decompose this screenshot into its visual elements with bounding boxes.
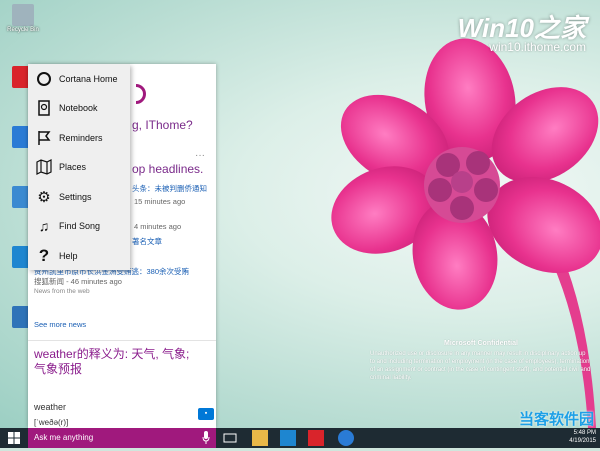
store-icon[interactable] [280,430,296,446]
menu-item-places[interactable]: Places [28,153,130,183]
site-logo: 当客软件园 [518,411,594,428]
ithome-app-icon[interactable] [308,430,324,446]
weather-word: weather [34,402,67,412]
clock-date: 4/19/2015 [569,438,596,444]
notebook-icon [35,99,53,117]
more-options-button[interactable]: ··· [195,150,205,161]
menu-item-help[interactable]: ? Help [28,241,130,271]
map-icon [35,158,53,176]
feedback-bubble-icon[interactable]: ▪ [198,408,214,420]
weather-pronunciation: [ˈweðə(r)] [34,418,69,427]
desktop-icon-recycle-bin[interactable]: Recycle Bin [4,4,42,34]
news-item[interactable]: 贵州凯里市原市长洪金洲受贿逃：380余次受贿 搜狐新闻 - 46 minutes… [34,267,210,297]
menu-item-label: Notebook [59,103,98,114]
menu-item-settings[interactable]: ⚙ Settings [28,182,130,212]
menu-item-label: Cortana Home [59,73,118,84]
news-item[interactable]: 头条：未被判删侨通知 [132,184,207,194]
news-source: News from the web [34,288,90,295]
news-headline: 著名文章 [132,237,162,246]
microphone-icon[interactable] [202,431,210,444]
recycle-bin-icon [12,4,34,26]
circle-icon [35,70,53,88]
news-time: 搜狐新闻 - 46 minutes ago [34,277,122,286]
file-explorer-icon[interactable] [252,430,268,446]
cortana-search-box[interactable]: Ask me anything [28,428,216,448]
divider [28,340,216,341]
watermark-url: win10.ithome.com [489,40,586,54]
taskbar: Ask me anything 5:48 PM 4/19/2015 [0,428,600,448]
news-time: 15 minutes ago [134,197,186,206]
start-button[interactable] [0,428,28,448]
headlines-title: op headlines. [132,162,204,176]
news-meta: 15 minutes ago [134,197,185,207]
news-time: 4 minutes ago [134,222,182,231]
search-placeholder: Ask me anything [34,433,94,442]
task-view-icon[interactable] [222,430,238,446]
cortana-menu: Cortana Home Notebook Reminders Places ⚙… [28,64,130,270]
cortana-greeting: g, IThome? [132,118,193,132]
ms-confidential-notice: Microsoft Confidential Unauthorized use … [370,340,592,382]
browser-icon[interactable] [338,430,354,446]
system-tray[interactable]: 5:48 PM 4/19/2015 [569,429,596,445]
music-icon: ♫ [38,218,50,235]
gear-icon: ⚙ [37,188,51,206]
menu-item-reminders[interactable]: Reminders [28,123,130,153]
menu-item-find-song[interactable]: ♫ Find Song [28,212,130,242]
windows-logo-icon [8,432,20,444]
menu-item-label: Places [59,162,87,173]
news-meta: 4 minutes ago [134,222,181,232]
flag-icon [35,129,53,147]
desktop-icon-label: Recycle Bin [7,27,39,33]
see-more-news-link[interactable]: See more news [34,320,86,329]
menu-item-label: Settings [59,191,92,202]
menu-item-label: Find Song [59,221,101,232]
clock-time: 5:48 PM [573,430,596,436]
menu-item-label: Help [59,250,78,261]
weather-definition: weather的释义为: 天气, 气象; 气象预报 [34,347,190,376]
menu-item-cortana-home[interactable]: Cortana Home [28,64,130,94]
question-icon: ? [38,245,50,265]
menu-item-label: Reminders [59,132,103,143]
ms-confidential-body: Unauthorized use or disclosure in any ma… [370,351,591,381]
news-headline: 头条：未被判删侨通知 [132,184,207,193]
menu-item-notebook[interactable]: Notebook [28,94,130,124]
ms-confidential-title: Microsoft Confidential [444,340,518,347]
news-item[interactable]: 著名文章 [132,237,162,247]
